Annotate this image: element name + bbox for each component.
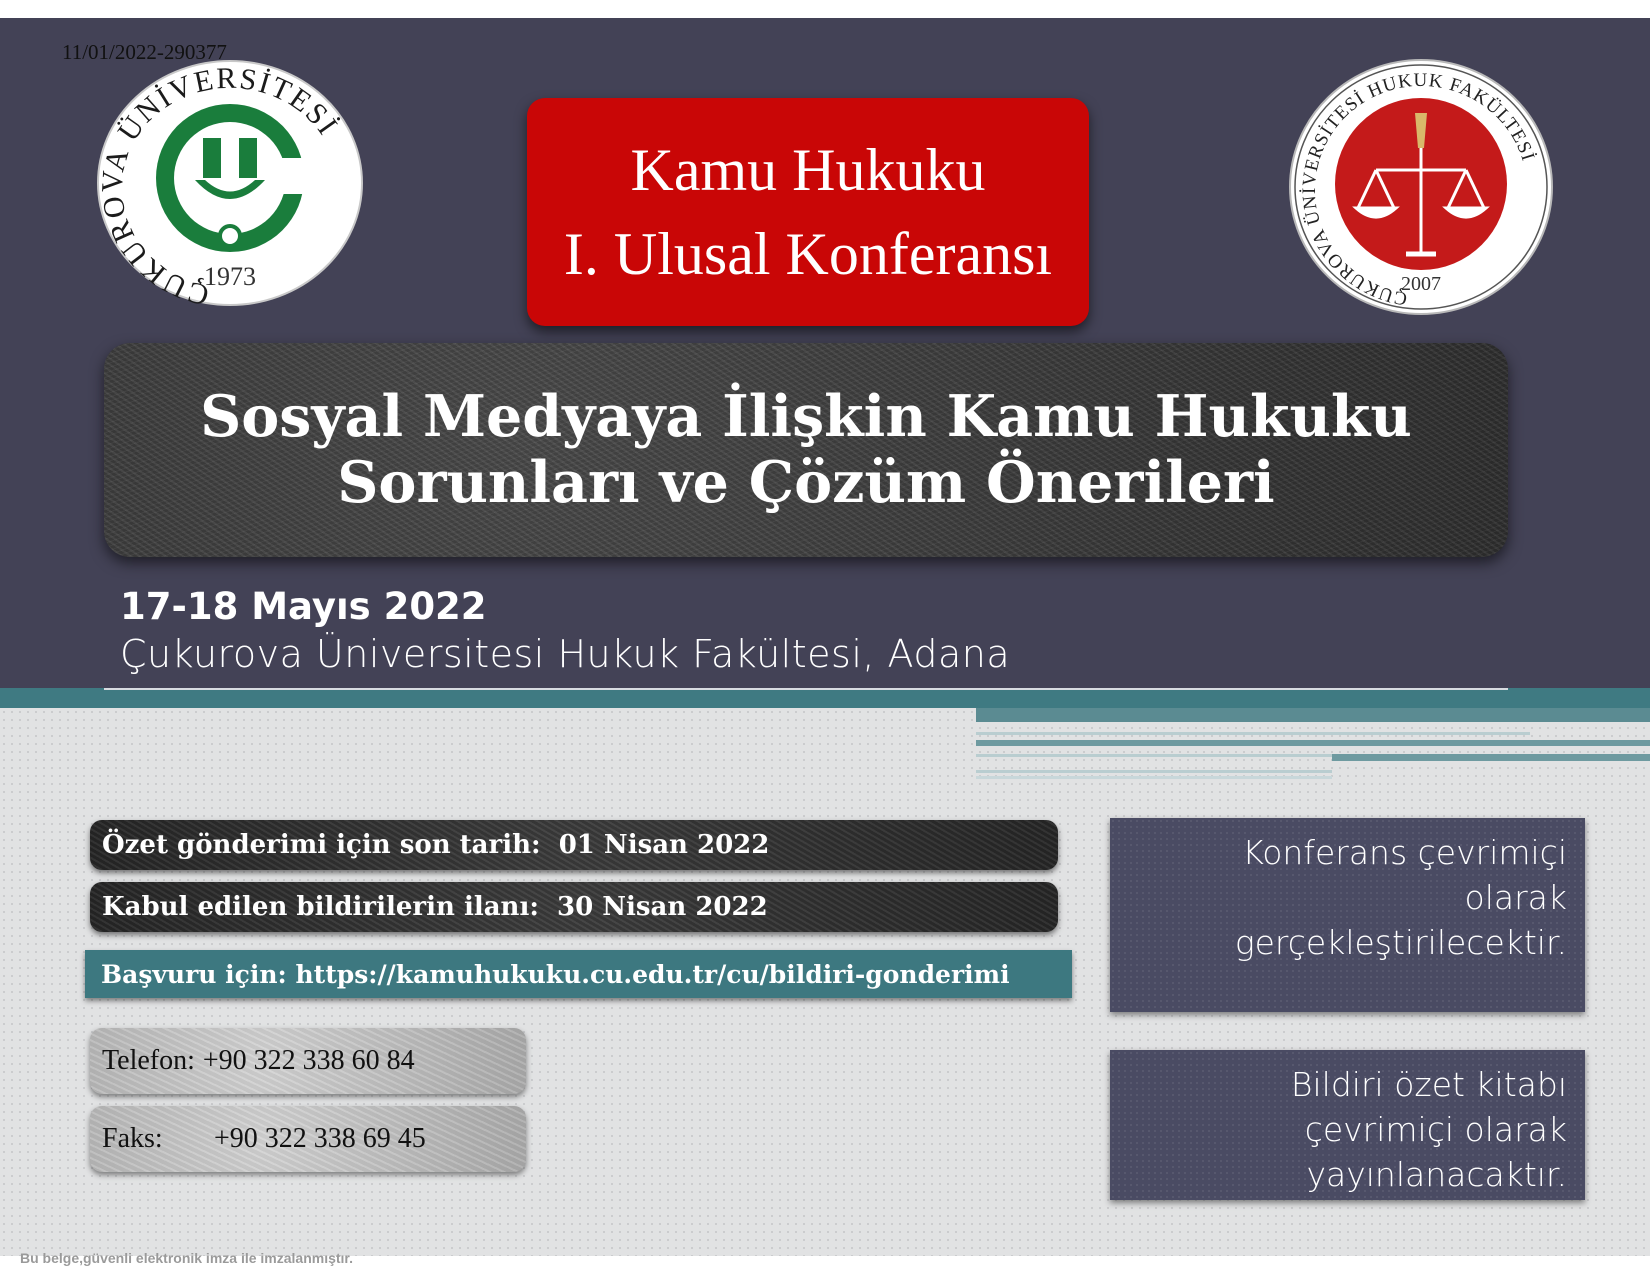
cukurova-university-logo: ÇUKUROVA ÜNİVERSİTESİ 1973 [95,58,365,312]
phone-label: Telefon: [102,1045,195,1076]
decorative-stripe [1332,754,1650,761]
online-abstract-book-note: Bildiri özet kitabı çevrimiçi olarak yay… [1110,1050,1585,1200]
document-number: 11/01/2022-290377 [62,40,227,64]
abstract-deadline: Özet gönderimi için son tarih: 01 Nisan … [90,820,1058,870]
theme-title-line2: Sorunları ve Çözüm Önerileri [337,449,1275,516]
venue-underline [104,688,1508,690]
law-faculty-logo: ÇUKUROVA ÜNİVERSİTESİ HUKUK FAKÜLTESİ 20… [1288,58,1554,316]
decorative-stripe [976,770,1332,773]
info-line: çevrimiçi olarak [1304,1110,1567,1149]
theme-title-line1: Sosyal Medyaya İlişkin Kamu Hukuku [200,383,1412,450]
left-logo-year: 1973 [204,262,256,291]
conference-name-box: Kamu Hukuku I. Ulusal Konferansı [527,98,1089,326]
online-conference-note: Konferans çevrimiçi olarak gerçekleştiri… [1110,818,1585,1012]
info-line: gerçekleştirilecektir. [1234,923,1567,962]
decorative-stripe [976,740,1650,746]
application-link[interactable]: Başvuru için: https://kamuhukuku.cu.edu.… [85,950,1072,998]
phone-value[interactable]: +90 322 338 60 84 [203,1045,415,1077]
info-line: Bildiri özet kitabı [1290,1065,1567,1104]
decorative-stripe [976,776,1332,779]
e-signature-note: Bu belge,güvenli elektronik imza ile imz… [20,1250,353,1266]
info-line: Konferans çevrimiçi [1242,833,1567,872]
conference-theme-box: Sosyal Medyaya İlişkin Kamu Hukuku Sorun… [104,343,1508,557]
fax-box: Faks: +90 322 338 69 45 [90,1106,526,1172]
info-line: yayınlanacaktır. [1306,1155,1567,1194]
right-logo-year: 2007 [1401,273,1441,295]
fax-label: Faks: [102,1123,163,1154]
teal-divider-band [0,688,1650,708]
event-venue: Çukurova Üniversitesi Hukuk Fakültesi, A… [120,632,1011,676]
fax-value: +90 322 338 69 45 [214,1123,426,1154]
acceptance-announcement: Kabul edilen bildirilerin ilanı: 30 Nisa… [90,882,1058,932]
decorative-stripe [976,708,1650,722]
info-line: olarak [1464,878,1567,917]
decorative-stripe [976,732,1530,735]
conference-name-line1: Kamu Hukuku [630,137,986,203]
conference-name-line2: I. Ulusal Konferansı [563,221,1053,287]
event-dates: 17-18 Mayıs 2022 [120,585,487,628]
phone-box: Telefon: +90 322 338 60 84 [90,1028,526,1094]
